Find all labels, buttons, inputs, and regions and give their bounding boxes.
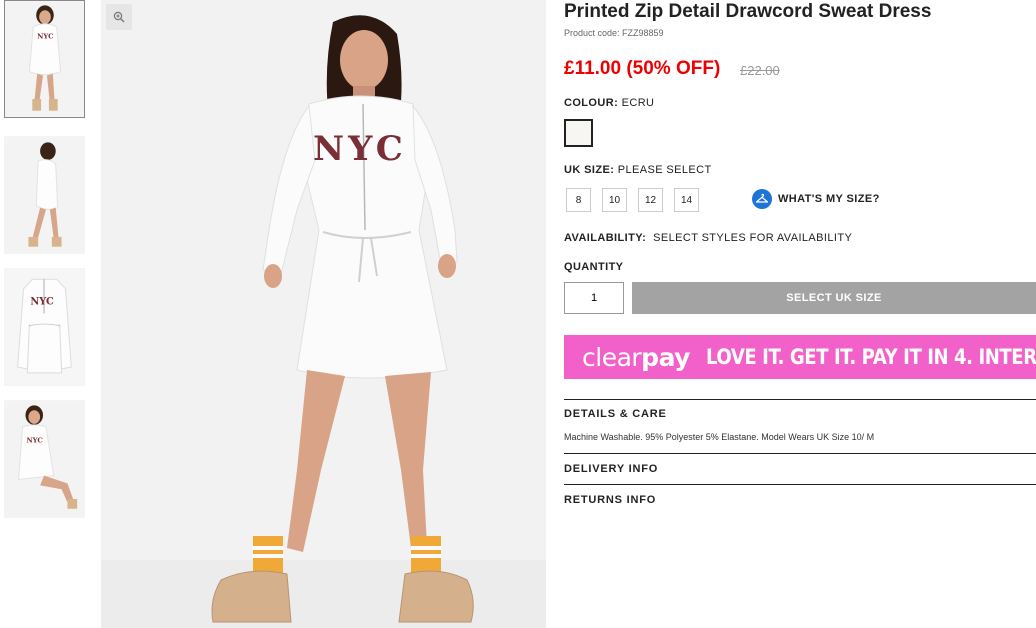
divider — [564, 484, 1036, 485]
original-price: £22.00 — [740, 63, 780, 78]
quantity-input[interactable] — [564, 282, 624, 314]
thumbnail-seated[interactable]: NYC — [4, 400, 85, 518]
clearpay-logo: clearpay — [582, 343, 690, 372]
select-size-button[interactable]: SELECT UK SIZE — [632, 282, 1036, 314]
quantity-label-row: QUANTITY — [564, 261, 623, 273]
size-option-8[interactable]: 8 — [566, 188, 591, 212]
thumbnail-side[interactable] — [4, 136, 85, 254]
hanger-icon — [752, 189, 772, 209]
thumbnail-flat-image: NYC — [5, 269, 84, 385]
clearpay-banner[interactable]: clearpay LOVE IT. GET IT. PAY IT IN 4. I… — [564, 335, 1036, 379]
returns-info-toggle[interactable]: RETURNS INFO — [564, 494, 656, 506]
thumbnail-flat[interactable]: NYC — [4, 268, 85, 386]
zoom-icon — [113, 11, 125, 23]
size-option-10[interactable]: 10 — [602, 188, 627, 212]
svg-text:NYC: NYC — [26, 436, 43, 444]
size-label: UK SIZE: — [564, 164, 615, 176]
svg-text:NYC: NYC — [30, 297, 54, 308]
divider — [564, 453, 1036, 454]
clearpay-logo-bold: pay — [641, 342, 690, 372]
colour-label: COLOUR: — [564, 97, 619, 109]
quantity-label: QUANTITY — [564, 261, 624, 273]
size-option-14[interactable]: 14 — [674, 188, 699, 212]
size-label-row: UK SIZE: PLEASE SELECT — [564, 164, 712, 176]
colour-label-row: COLOUR: ECRU — [564, 97, 654, 109]
availability-row: AVAILABILITY: SELECT STYLES FOR AVAILABI… — [564, 232, 852, 244]
main-product-image[interactable]: NYC — [101, 0, 546, 628]
availability-label: AVAILABILITY: — [564, 232, 647, 244]
size-option-12[interactable]: 12 — [638, 188, 663, 212]
details-care-toggle[interactable]: DETAILS & CARE — [564, 408, 667, 420]
size-options: 8 10 12 14 — [566, 188, 699, 212]
clearpay-text: LOVE IT. GET IT. PAY IT IN 4. INTEREST F — [705, 345, 1036, 369]
thumbnail-seated-image: NYC — [5, 401, 84, 517]
colour-value: ECRU — [621, 97, 655, 109]
model-photo: NYC — [101, 0, 546, 628]
thumbnail-front[interactable]: NYC — [4, 0, 85, 118]
thumbnail-side-image — [5, 137, 84, 253]
delivery-info-toggle[interactable]: DELIVERY INFO — [564, 463, 658, 475]
product-title: Printed Zip Detail Drawcord Sweat Dress — [564, 1, 932, 22]
product-info-panel: Printed Zip Detail Drawcord Sweat Dress … — [564, 0, 1036, 628]
colour-swatch-ecru[interactable] — [564, 119, 593, 147]
whats-my-size-link[interactable]: WHAT'S MY SIZE? — [752, 189, 880, 209]
svg-text:NYC: NYC — [313, 129, 407, 169]
thumbnail-front-image: NYC — [5, 1, 84, 117]
size-value: PLEASE SELECT — [617, 164, 712, 176]
divider — [564, 399, 1036, 400]
details-care-content: Machine Washable. 95% Polyester 5% Elast… — [564, 432, 875, 442]
zoom-button[interactable] — [106, 4, 132, 30]
whats-my-size-label: WHAT'S MY SIZE? — [778, 193, 880, 205]
sale-price: £11.00 (50% OFF) — [564, 58, 721, 79]
availability-value: SELECT STYLES FOR AVAILABILITY — [653, 232, 853, 244]
product-code: Product code: FZZ98859 — [564, 28, 664, 38]
svg-text:NYC: NYC — [37, 33, 54, 41]
clearpay-logo-light: clear — [582, 342, 642, 372]
